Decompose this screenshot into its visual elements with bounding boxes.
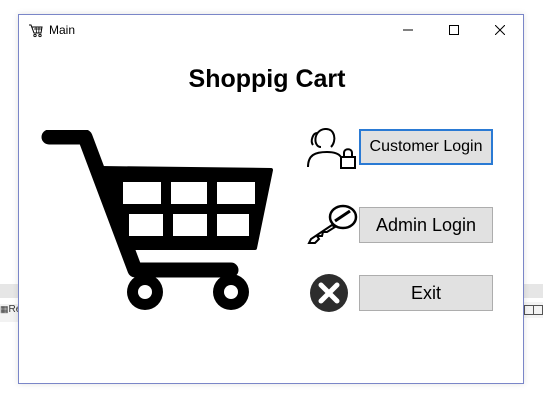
close-circle-icon [310, 274, 348, 312]
background-toolbar-icons [523, 302, 543, 318]
shopping-cart-icon [41, 130, 273, 310]
background-window-strip-right [523, 284, 543, 298]
customer-login-button[interactable]: Customer Login [359, 129, 493, 165]
maximize-icon [449, 25, 459, 35]
user-lock-icon [307, 127, 356, 169]
page-title: Shoppig Cart [188, 65, 346, 93]
shopping-cart-icon [29, 24, 43, 38]
window-icon [533, 305, 543, 315]
window-title: Main [49, 23, 76, 37]
background-tab: ▦Re [0, 304, 19, 322]
minimize-button[interactable] [385, 15, 431, 45]
main-window: Main Shoppig Cart Customer Login Admin L… [18, 14, 524, 384]
minimize-icon [403, 29, 413, 31]
admin-login-button[interactable]: Admin Login [359, 207, 493, 243]
close-button[interactable] [477, 15, 523, 45]
close-icon [495, 25, 505, 35]
exit-button[interactable]: Exit [359, 275, 493, 311]
title-bar[interactable]: Main [19, 15, 523, 45]
key-icon [307, 204, 358, 244]
background-window-strip [0, 284, 18, 298]
background-grid [0, 322, 19, 382]
maximize-button[interactable] [431, 15, 477, 45]
